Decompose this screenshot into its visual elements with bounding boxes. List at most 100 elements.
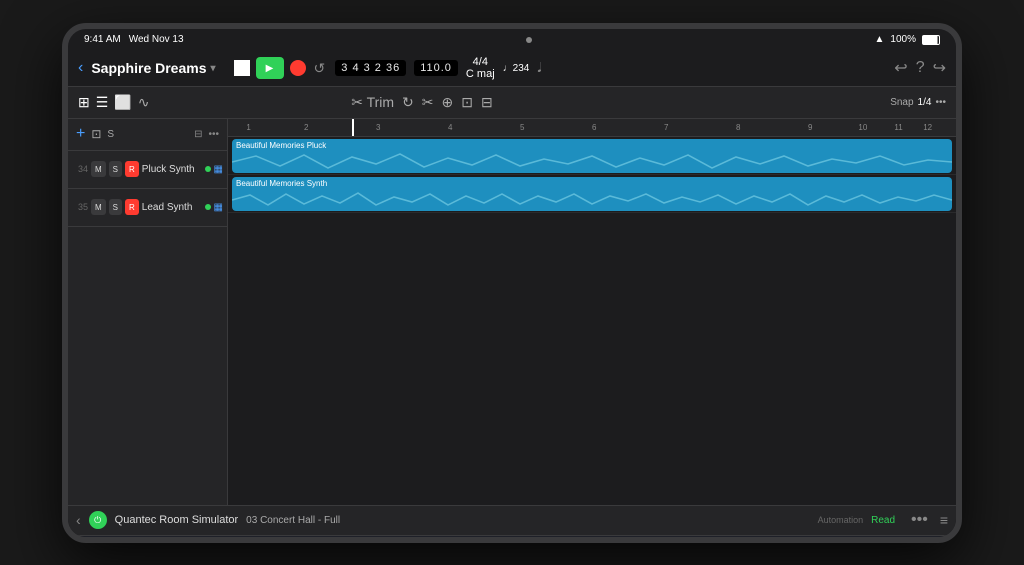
- ruler-mark-11: 11: [894, 123, 902, 132]
- plugin-lines-button[interactable]: ≡: [940, 512, 948, 528]
- audio-region-synth[interactable]: Beautiful Memories Synth: [232, 177, 952, 211]
- track-lane-35[interactable]: Beautiful Memories Synth: [228, 175, 956, 213]
- timeline-ruler: 1 2 3 4 5 6 7 8 9 10 11 12: [228, 119, 956, 137]
- track-midi-icon-35: ▦: [214, 202, 223, 213]
- track-active-dot-34: [205, 166, 211, 172]
- battery-icon: [922, 35, 940, 45]
- stop-button[interactable]: [234, 60, 250, 76]
- ruler-mark-4: 4: [448, 123, 452, 132]
- copy-button[interactable]: ⊡: [461, 94, 473, 111]
- ruler-mark-12: 12: [923, 123, 932, 132]
- ruler-mark-10: 10: [858, 123, 867, 132]
- ruler-mark-7: 7: [664, 123, 668, 132]
- ruler-mark-8: 8: [736, 123, 740, 132]
- metronome-button[interactable]: 𝅘𝅥: [537, 60, 541, 76]
- main-area: + ⊡ S ⊟ ••• 34 M S R Pluck Synth ▦ 35 M …: [68, 119, 956, 505]
- plugin-area: ‹ ⏻ Quantec Room Simulator 03 Concert Ha…: [68, 505, 956, 543]
- cycle-button[interactable]: ↺: [312, 58, 328, 79]
- status-time: 9:41 AM: [84, 34, 121, 45]
- plugin-name-label: Quantec Room Simulator: [115, 514, 239, 526]
- project-chevron[interactable]: ▾: [211, 63, 216, 74]
- track-number-35: 35: [72, 202, 88, 212]
- back-button[interactable]: ‹: [78, 59, 83, 77]
- record-button-35[interactable]: R: [125, 199, 139, 215]
- subdivision-display: ♩234: [503, 63, 530, 74]
- status-date: Wed Nov 13: [129, 34, 184, 45]
- battery-label: 100%: [890, 34, 916, 45]
- status-bar: 9:41 AM Wed Nov 13 ▲ 100%: [68, 29, 956, 51]
- pencil-tool[interactable]: ∿: [138, 94, 150, 111]
- waveform-pluck: [232, 152, 952, 172]
- add-track-button[interactable]: +: [76, 125, 85, 143]
- project-name-label: Sapphire Dreams: [91, 60, 206, 76]
- top-toolbar: ‹ Sapphire Dreams ▾ ▶ ↺ 3 4 3 2 36 110.0…: [68, 51, 956, 87]
- solo-button-35[interactable]: S: [109, 199, 122, 215]
- paste-button[interactable]: ⊟: [481, 94, 493, 111]
- track-name-35: Lead Synth: [142, 202, 202, 213]
- record-button[interactable]: [290, 60, 306, 76]
- ipad-frame: 9:41 AM Wed Nov 13 ▲ 100% ‹ Sapphire Dre…: [62, 23, 962, 543]
- track-midi-icon-34: ▦: [214, 164, 223, 175]
- quantec-tabs: Quantec QRS Quantec YardStick: [755, 542, 944, 543]
- ruler-mark-3: 3: [376, 123, 380, 132]
- help-button[interactable]: ?: [916, 59, 925, 77]
- cut-button[interactable]: ✂: [422, 94, 434, 111]
- snap-label: Snap: [890, 97, 913, 108]
- region-view-button[interactable]: ⬜: [114, 94, 131, 111]
- automation-label: Automation: [818, 515, 864, 525]
- playhead[interactable]: [352, 119, 354, 136]
- edit-more-button[interactable]: •••: [935, 97, 946, 108]
- table-row: 34 M S R Pluck Synth ▦: [68, 151, 227, 189]
- play-button[interactable]: ▶: [256, 57, 284, 79]
- bpm-display: 110.0: [414, 60, 458, 76]
- track-add-row: + ⊡ S ⊟ •••: [68, 119, 227, 151]
- track-active-dot-35: [205, 204, 211, 210]
- edit-toolbar: ⊞ ☰ ⬜ ∿ ✂ Trim ↻ ✂ ⊕ ⊡ ⊟ Snap 1/4 •••: [68, 87, 956, 119]
- quantec-body: Q QUANTEC Quantec QRS Quantec YardStick …: [68, 536, 956, 543]
- quantec-header: Q QUANTEC Quantec QRS Quantec YardStick: [68, 536, 956, 543]
- ruler-mark-9: 9: [808, 123, 812, 132]
- plugin-more-button[interactable]: •••: [911, 511, 928, 529]
- track-add-more[interactable]: ⊟: [194, 129, 202, 140]
- join-button[interactable]: ⊕: [442, 94, 454, 111]
- tracks-content: Beautiful Memories Pluck Beautiful Memor…: [228, 137, 956, 213]
- track-number-34: 34: [72, 164, 88, 174]
- timeline-area: 1 2 3 4 5 6 7 8 9 10 11 12: [228, 119, 956, 505]
- plugin-preset-label[interactable]: 03 Concert Hall - Full: [246, 515, 340, 526]
- automation-value[interactable]: Read: [871, 515, 895, 526]
- track-label: S: [107, 129, 114, 140]
- plugin-collapse-button[interactable]: ‹: [76, 512, 81, 528]
- record-button-34[interactable]: R: [125, 161, 139, 177]
- region-label-pluck: Beautiful Memories Pluck: [232, 139, 952, 152]
- table-row: 35 M S R Lead Synth ▦: [68, 189, 227, 227]
- track-name-34: Pluck Synth: [142, 164, 202, 175]
- redo-button[interactable]: ↪: [933, 58, 946, 78]
- ruler-marks: 1 2 3 4 5 6 7 8 9 10 11 12: [232, 119, 952, 136]
- ruler-mark-1: 1: [246, 123, 250, 132]
- wifi-icon: ▲: [875, 34, 885, 45]
- ruler-mark-2: 2: [304, 123, 308, 132]
- ruler-mark-5: 5: [520, 123, 524, 132]
- transport-controls: ▶ ↺: [234, 57, 328, 79]
- list-view-button[interactable]: ☰: [96, 94, 109, 111]
- track-lane-34[interactable]: Beautiful Memories Pluck: [228, 137, 956, 175]
- track-headers: + ⊡ S ⊟ ••• 34 M S R Pluck Synth ▦ 35 M …: [68, 119, 228, 505]
- duplicate-track-button[interactable]: ⊡: [91, 127, 101, 141]
- waveform-synth: [232, 190, 952, 210]
- ruler-mark-6: 6: [592, 123, 596, 132]
- mute-button-34[interactable]: M: [91, 161, 106, 177]
- mute-button-35[interactable]: M: [91, 199, 106, 215]
- audio-region-pluck[interactable]: Beautiful Memories Pluck: [232, 139, 952, 173]
- trim-tool[interactable]: ✂ Trim: [351, 94, 394, 111]
- position-display: 3 4 3 2 36: [335, 60, 406, 76]
- undo-button[interactable]: ↩: [894, 58, 907, 78]
- plugin-power-button[interactable]: ⏻: [89, 511, 107, 529]
- snap-value[interactable]: 1/4: [918, 97, 932, 108]
- solo-button-34[interactable]: S: [109, 161, 122, 177]
- track-options-button[interactable]: •••: [208, 129, 219, 140]
- grid-view-button[interactable]: ⊞: [78, 94, 90, 111]
- region-label-synth: Beautiful Memories Synth: [232, 177, 952, 190]
- plugin-header: ‹ ⏻ Quantec Room Simulator 03 Concert Ha…: [68, 506, 956, 536]
- time-signature: 4/4 C maj: [466, 56, 495, 80]
- loop-button[interactable]: ↻: [402, 94, 414, 111]
